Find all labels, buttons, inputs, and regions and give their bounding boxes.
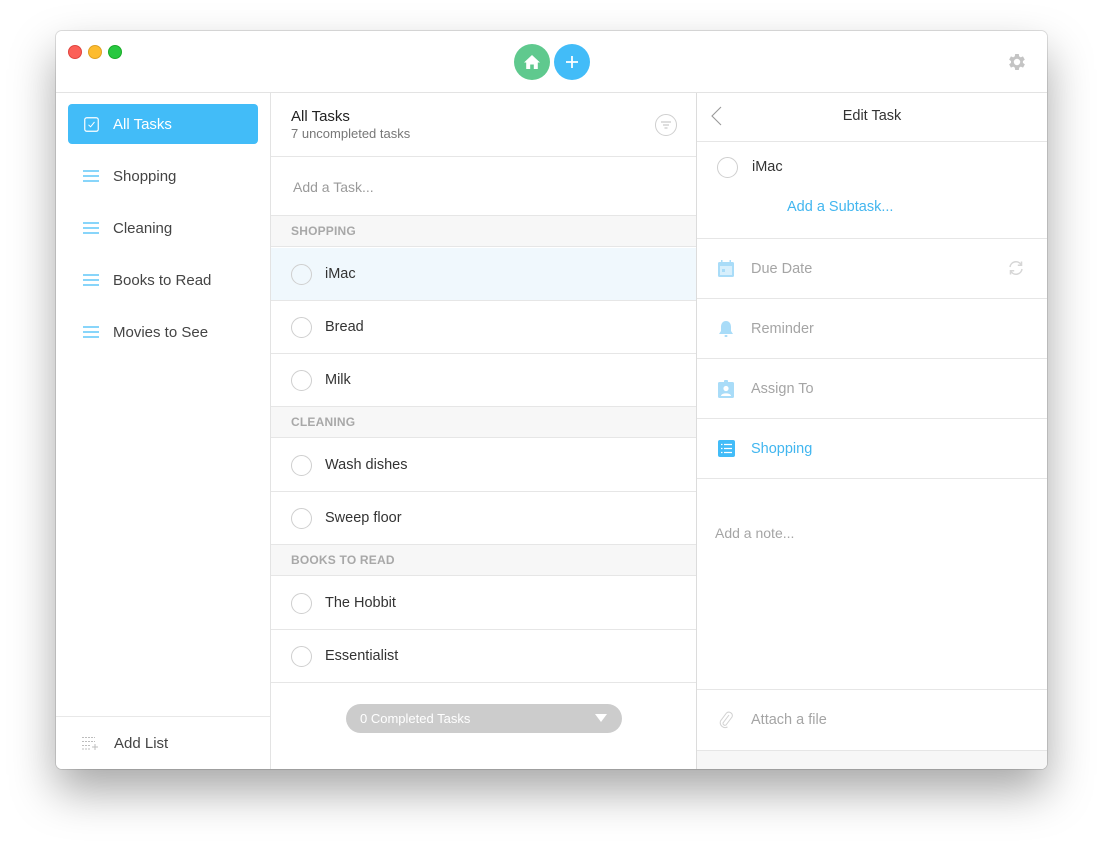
task-list-pane: All Tasks 7 uncompleted tasks SHOPPING i…	[271, 93, 697, 769]
detail-task-section: iMac Add a Subtask...	[697, 142, 1047, 239]
person-badge-icon	[717, 379, 735, 398]
edit-task-pane: Edit Task iMac Add a Subtask... Due Date	[697, 93, 1047, 769]
due-date-row[interactable]: Due Date	[697, 239, 1047, 299]
task-row[interactable]: iMac	[271, 248, 696, 301]
sidebar-item-all-tasks[interactable]: All Tasks	[68, 104, 258, 144]
add-list-icon	[82, 737, 98, 750]
list-label: Shopping	[751, 440, 813, 457]
completed-tasks-label: 0 Completed Tasks	[360, 711, 471, 726]
list-icon	[82, 323, 100, 341]
task-row[interactable]: Milk	[271, 354, 696, 407]
repeat-icon[interactable]	[1007, 259, 1025, 277]
note-input[interactable]	[713, 523, 1035, 677]
task-label: Sweep floor	[325, 510, 402, 526]
filter-icon	[661, 121, 671, 129]
task-checkbox[interactable]	[291, 507, 312, 529]
task-row[interactable]: The Hobbit	[271, 577, 696, 630]
reminder-label: Reminder	[751, 320, 814, 337]
sidebar-item-cleaning[interactable]: Cleaning	[68, 208, 258, 248]
task-checkbox[interactable]	[291, 454, 312, 476]
detail-title: Edit Task	[842, 108, 902, 124]
zoom-window-button[interactable]	[108, 45, 122, 59]
sidebar-item-shopping[interactable]: Shopping	[68, 156, 258, 196]
list-header: All Tasks 7 uncompleted tasks	[271, 93, 696, 157]
plus-icon	[566, 56, 578, 68]
add-list-label: Add List	[114, 734, 169, 752]
task-checkbox[interactable]	[291, 645, 312, 667]
delete-task-button[interactable]: Delete Task	[697, 750, 1047, 769]
reminder-row[interactable]: Reminder	[697, 299, 1047, 359]
section-header-cleaning: CLEANING	[271, 407, 696, 438]
task-label: iMac	[325, 266, 356, 282]
task-label: Milk	[325, 372, 351, 388]
attach-file-row[interactable]: Attach a file	[697, 690, 1047, 751]
list-icon	[82, 167, 100, 185]
task-name[interactable]: iMac	[752, 159, 783, 175]
paperclip-icon	[717, 711, 735, 729]
home-icon	[524, 55, 540, 69]
close-window-button[interactable]	[68, 45, 82, 59]
task-checkbox[interactable]	[291, 316, 312, 338]
task-row[interactable]: Sweep floor	[271, 492, 696, 545]
gear-icon[interactable]	[1006, 51, 1028, 73]
task-row[interactable]: Wash dishes	[271, 439, 696, 492]
task-row[interactable]: Essentialist	[271, 630, 696, 683]
task-row[interactable]: Bread	[271, 301, 696, 354]
filter-button[interactable]	[655, 114, 677, 136]
sidebar: All Tasks Shopping Cleaning Books to Rea…	[56, 93, 271, 769]
attach-file-label: Attach a file	[751, 712, 827, 728]
bell-icon	[717, 320, 735, 338]
task-checkbox[interactable]	[291, 263, 312, 285]
task-label: Essentialist	[325, 648, 399, 664]
app-window: All Tasks Shopping Cleaning Books to Rea…	[56, 31, 1047, 769]
triangle-down-icon	[595, 714, 607, 722]
list-subtitle: 7 uncompleted tasks	[291, 126, 411, 141]
detail-header: Edit Task	[697, 93, 1047, 142]
task-label: Bread	[325, 319, 364, 335]
note-section	[697, 511, 1047, 690]
list-icon	[82, 271, 100, 289]
sidebar-item-label: Cleaning	[113, 219, 173, 237]
sidebar-item-label: Books to Read	[113, 271, 212, 289]
section-header-books-to-read: BOOKS TO READ	[271, 545, 696, 576]
add-list-button[interactable]: Add List	[56, 716, 270, 769]
task-checkbox[interactable]	[717, 157, 738, 178]
task-checkbox[interactable]	[291, 369, 312, 391]
list-row[interactable]: Shopping	[697, 419, 1047, 479]
calendar-icon	[717, 260, 735, 278]
list-icon	[717, 440, 735, 458]
add-subtask-button[interactable]: Add a Subtask...	[787, 199, 893, 215]
list-icon	[82, 219, 100, 237]
checkbox-icon	[82, 115, 100, 133]
task-checkbox[interactable]	[291, 592, 312, 614]
add-button[interactable]	[554, 44, 590, 80]
assign-to-row[interactable]: Assign To	[697, 359, 1047, 419]
sidebar-item-books-to-read[interactable]: Books to Read	[68, 260, 258, 300]
section-header-shopping: SHOPPING	[271, 216, 696, 247]
completed-tasks-toggle[interactable]: 0 Completed Tasks	[346, 704, 622, 733]
sidebar-item-label: Shopping	[113, 167, 177, 185]
sidebar-item-label: All Tasks	[113, 115, 172, 133]
add-task-input[interactable]	[291, 175, 675, 199]
add-task-row	[271, 157, 696, 216]
titlebar	[56, 31, 1047, 93]
task-label: Wash dishes	[325, 457, 408, 473]
minimize-window-button[interactable]	[88, 45, 102, 59]
home-button[interactable]	[514, 44, 550, 80]
due-date-label: Due Date	[751, 260, 813, 277]
list-title: All Tasks	[291, 108, 350, 125]
task-label: The Hobbit	[325, 595, 396, 611]
assign-to-label: Assign To	[751, 380, 814, 397]
sidebar-item-label: Movies to See	[113, 323, 209, 341]
sidebar-item-movies-to-see[interactable]: Movies to See	[68, 312, 258, 352]
